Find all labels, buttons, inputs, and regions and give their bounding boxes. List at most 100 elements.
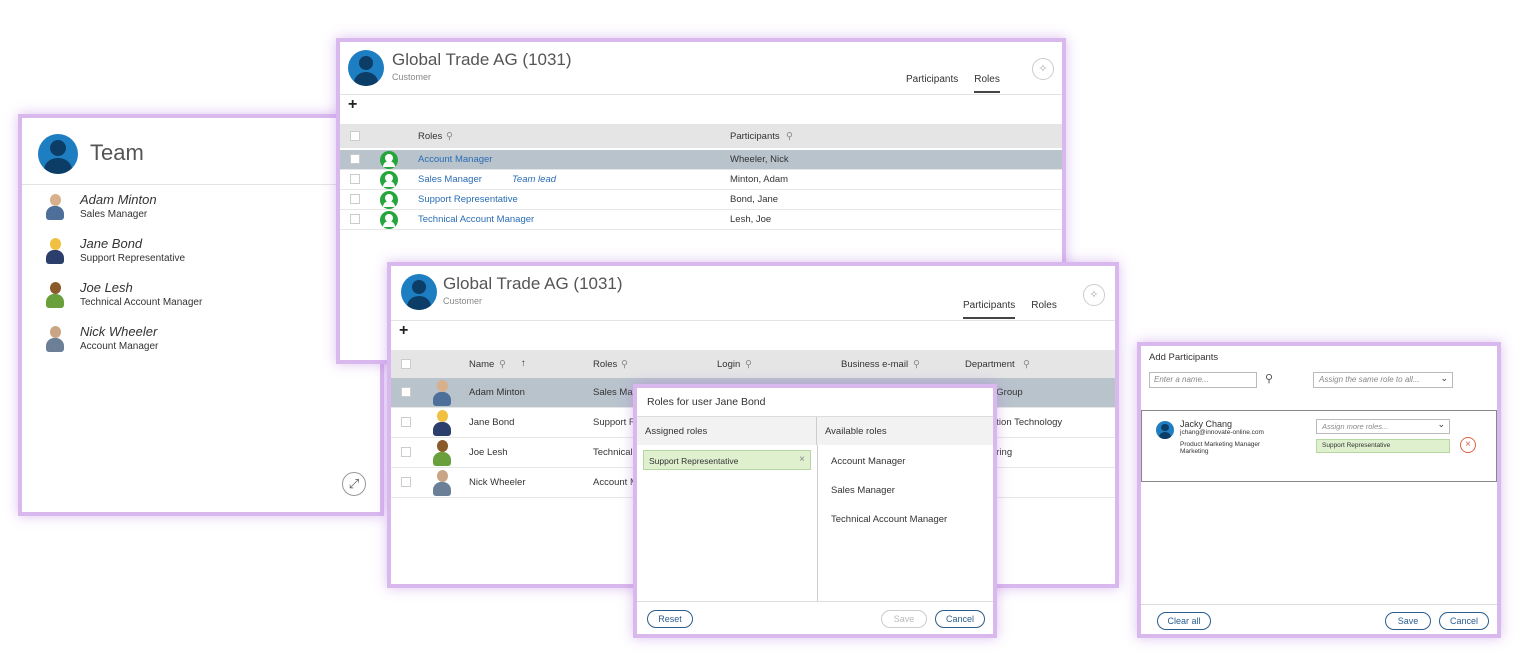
name-cell[interactable]: Nick Wheeler	[469, 477, 526, 488]
role-link[interactable]: Support Representative	[418, 194, 518, 205]
tab-roles[interactable]: Roles	[1031, 300, 1057, 319]
tab-participants[interactable]: Participants	[963, 300, 1016, 319]
table-row[interactable]: Account Manager Wheeler, Nick	[340, 150, 1062, 170]
role-icon	[380, 151, 398, 169]
page-subtitle: Customer	[392, 72, 432, 82]
tab-roles[interactable]: Roles	[974, 74, 1000, 93]
remove-participant-icon[interactable]: ×	[1460, 437, 1476, 453]
row-checkbox[interactable]	[401, 387, 411, 397]
remove-icon[interactable]: ×	[799, 454, 805, 465]
dialog-title: Add Participants	[1149, 352, 1219, 363]
column-divider	[817, 445, 818, 601]
search-icon[interactable]: ⚲	[913, 359, 920, 370]
add-icon[interactable]: +	[348, 96, 357, 114]
col-roles[interactable]: Roles	[418, 131, 442, 142]
col-email[interactable]: Business e-mail	[841, 359, 908, 370]
name-cell[interactable]: Jane Bond	[469, 417, 514, 428]
participant-cell: Bond, Jane	[730, 194, 779, 205]
team-panel: Team Adam Minton Sales Manager Jane Bond…	[18, 114, 384, 516]
tab-participants[interactable]: Participants	[906, 74, 958, 93]
available-header-label: Available roles	[825, 426, 887, 437]
assigned-header-label: Assigned roles	[645, 426, 708, 437]
member-role: Technical Account Manager	[80, 297, 203, 308]
save-button[interactable]: Save	[881, 610, 927, 628]
role-link[interactable]: Technical Account Manager	[418, 214, 534, 225]
divider	[340, 94, 1062, 95]
row-checkbox[interactable]	[350, 154, 360, 164]
col-name[interactable]: Name	[469, 359, 494, 370]
role-link[interactable]: Account Manager	[418, 154, 492, 165]
team-member[interactable]: Adam Minton Sales Manager	[42, 190, 362, 230]
name-cell[interactable]: Adam Minton	[469, 387, 525, 398]
table-row[interactable]: Support Representative Bond, Jane	[340, 190, 1062, 210]
clear-all-button[interactable]: Clear all	[1157, 612, 1211, 630]
assigned-role-chip[interactable]: Support Representative	[1316, 439, 1450, 453]
available-header: Available roles	[817, 417, 993, 445]
select-all-checkbox[interactable]	[401, 359, 411, 369]
search-icon[interactable]: ⚲	[1023, 359, 1030, 370]
team-member[interactable]: Jane Bond Support Representative	[42, 234, 362, 274]
member-role: Account Manager	[80, 341, 159, 352]
team-member[interactable]: Joe Lesh Technical Account Manager	[42, 278, 362, 318]
assign-role-all-select[interactable]: Assign the same role to all... ⌄	[1313, 372, 1453, 388]
row-checkbox[interactable]	[350, 174, 360, 184]
available-role-item[interactable]: Sales Manager	[831, 485, 895, 496]
name-cell[interactable]: Joe Lesh	[469, 447, 508, 458]
row-checkbox[interactable]	[350, 194, 360, 204]
member-role: Support Representative	[80, 253, 186, 264]
member-name: Adam Minton	[80, 192, 157, 207]
cancel-button[interactable]: Cancel	[935, 610, 985, 628]
name-input-placeholder: Enter a name...	[1154, 375, 1209, 384]
member-name: Joe Lesh	[80, 280, 133, 295]
col-login[interactable]: Login	[717, 359, 740, 370]
save-button[interactable]: Save	[1385, 612, 1431, 630]
search-icon[interactable]: ⚲	[745, 359, 752, 370]
add-icon[interactable]: +	[399, 322, 408, 340]
divider	[1141, 604, 1497, 605]
available-role-item[interactable]: Technical Account Manager	[831, 514, 947, 525]
team-avatar-icon	[38, 134, 78, 174]
person-avatar-icon	[44, 326, 66, 354]
team-lead-tag: Team lead	[512, 174, 557, 185]
pin-icon[interactable]: ✧	[1032, 58, 1054, 80]
row-checkbox[interactable]	[401, 477, 411, 487]
table-row[interactable]: Sales Manager Team lead Minton, Adam	[340, 170, 1062, 190]
row-checkbox[interactable]	[401, 447, 411, 457]
expand-icon[interactable]: ⤢	[342, 472, 366, 496]
row-checkbox[interactable]	[350, 214, 360, 224]
participant-department: Marketing	[1180, 448, 1209, 455]
assigned-role-label: Support Representative	[1322, 442, 1391, 449]
role-icon	[380, 191, 398, 209]
col-roles[interactable]: Roles	[593, 359, 617, 370]
search-icon[interactable]: ⚲	[499, 359, 506, 370]
search-icon[interactable]: ⚲	[621, 359, 628, 370]
search-icon[interactable]: ⚲	[1265, 372, 1273, 385]
select-all-checkbox[interactable]	[350, 131, 360, 141]
table-row[interactable]: Technical Account Manager Lesh, Joe	[340, 210, 1062, 230]
team-member[interactable]: Nick Wheeler Account Manager	[42, 322, 362, 362]
name-input[interactable]: Enter a name...	[1149, 372, 1257, 388]
available-role-item[interactable]: Account Manager	[831, 456, 905, 467]
person-avatar-icon	[431, 470, 453, 498]
divider	[391, 320, 1115, 321]
assigned-header: Assigned roles	[637, 417, 817, 445]
cancel-button[interactable]: Cancel	[1439, 612, 1489, 630]
dialog-title: Roles for user Jane Bond	[647, 396, 766, 408]
role-link[interactable]: Sales Manager	[418, 174, 482, 185]
search-icon[interactable]: ⚲	[446, 131, 453, 142]
pin-icon[interactable]: ✧	[1083, 284, 1105, 306]
row-checkbox[interactable]	[401, 417, 411, 427]
page-title: Global Trade AG (1031)	[392, 50, 572, 69]
assign-more-roles-select[interactable]: Assign more roles... ⌄	[1316, 419, 1450, 434]
sort-asc-icon[interactable]: ↑	[521, 358, 526, 369]
search-icon[interactable]: ⚲	[786, 131, 793, 142]
customer-avatar-icon	[348, 50, 384, 86]
reset-button[interactable]: Reset	[647, 610, 693, 628]
roles-grid-header: Roles ⚲ Participants ⚲	[340, 124, 1062, 148]
col-participants[interactable]: Participants	[730, 131, 780, 142]
tab-bar: Participants Roles	[963, 300, 1057, 319]
assigned-role-chip[interactable]: Support Representative ×	[643, 450, 811, 470]
customer-avatar-icon	[401, 274, 437, 310]
col-department[interactable]: Department	[965, 359, 1015, 370]
chevron-down-icon: ⌄	[1440, 373, 1448, 383]
